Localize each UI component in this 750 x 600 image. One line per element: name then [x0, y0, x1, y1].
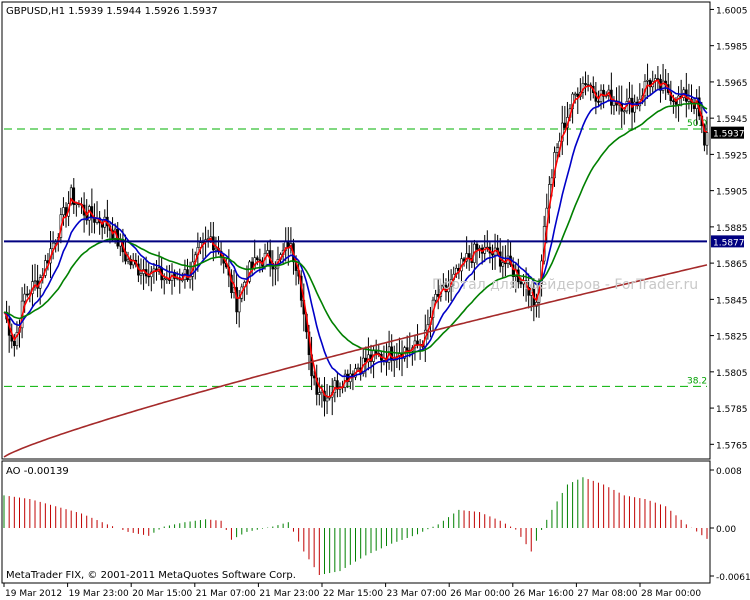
- candle-body: [325, 397, 329, 402]
- y-tick-label: 1.5805: [716, 369, 748, 379]
- y-tick-label: 1.6005: [716, 6, 748, 16]
- y-tick-label: 1.5765: [716, 441, 748, 451]
- candle-body: [162, 278, 166, 281]
- candle-body: [126, 259, 130, 262]
- watermark: Портал для трейдеров - ForTrader.ru: [432, 277, 698, 293]
- candle-body: [622, 110, 626, 113]
- y-tick-label: 1.5905: [716, 188, 748, 198]
- candle-body: [25, 293, 29, 296]
- ao-y-tick-label: 0.00: [716, 525, 736, 535]
- ao-y-tick-label: 0.008: [716, 467, 742, 477]
- candle-body: [501, 262, 505, 267]
- y-tick-label: 1.5965: [716, 79, 748, 89]
- y-tick-label: 1.5845: [716, 296, 748, 306]
- price-panel-frame: [1, 1, 711, 460]
- candle-body: [390, 346, 393, 361]
- candle-body: [467, 253, 471, 259]
- current-price-label: 1.5937: [713, 130, 745, 140]
- candle-body: [672, 100, 675, 103]
- candle-body: [237, 297, 241, 313]
- candle-body: [62, 207, 65, 215]
- x-tick-label: 22 Mar 15:00: [323, 589, 383, 599]
- symbol-label: GBPUSD,H1 1.5939 1.5944 1.5926 1.5937: [6, 6, 218, 17]
- candle-body: [563, 122, 567, 128]
- fib-label: 38.2: [687, 376, 707, 386]
- trading-chart: 50.038.2 1.58771.60051.59851.59651.59451…: [1, 1, 750, 599]
- candle-body: [139, 273, 143, 276]
- candle-body: [23, 293, 26, 302]
- x-tick-label: 20 Mar 15:00: [132, 589, 192, 599]
- level-price-label: 1.5877: [713, 238, 745, 248]
- candle-body: [434, 294, 437, 301]
- y-tick-label: 1.5825: [716, 333, 748, 343]
- candle-body: [705, 132, 709, 146]
- candle-body: [33, 280, 37, 283]
- candle-body: [646, 79, 649, 82]
- candle-body: [555, 147, 559, 153]
- x-tick-label: 21 Mar 07:00: [196, 589, 256, 599]
- x-tick-label: 26 Mar 00:00: [450, 589, 510, 599]
- candle-body: [356, 367, 360, 370]
- x-tick-label: 27 Mar 08:00: [577, 589, 637, 599]
- candle-body: [75, 203, 78, 206]
- candle-body: [318, 392, 321, 395]
- candle-body: [504, 262, 507, 265]
- candle-body: [255, 257, 259, 261]
- y-tick-label: 1.5785: [716, 405, 748, 415]
- x-tick-label: 26 Mar 16:00: [514, 589, 574, 599]
- y-tick-label: 1.5945: [716, 115, 748, 125]
- candle-body: [312, 375, 316, 379]
- candle-body: [584, 83, 587, 85]
- candle-body: [573, 93, 577, 96]
- candle-body: [266, 250, 269, 254]
- ao-y-tick-label: -0.00617: [716, 573, 750, 583]
- candle-body: [475, 243, 479, 250]
- y-tick-label: 1.5985: [716, 43, 748, 53]
- candle-body: [597, 101, 600, 103]
- candle-body: [13, 340, 16, 346]
- candle-body: [147, 275, 151, 278]
- x-tick-label: 19 Mar 23:00: [69, 589, 129, 599]
- y-tick-label: 1.5885: [716, 224, 748, 234]
- footer-text: MetaTrader FIX, © 2001-2011 MetaQuotes S…: [6, 570, 296, 581]
- candle-body: [405, 347, 409, 351]
- y-tick-label: 1.5925: [716, 151, 748, 161]
- x-tick-label: 19 Mar 2012: [5, 589, 62, 599]
- y-tick-label: 1.5865: [716, 260, 748, 270]
- x-tick-label: 23 Mar 07:00: [387, 589, 447, 599]
- candle-body: [214, 247, 218, 251]
- ao-label: AO -0.00139: [6, 466, 69, 477]
- x-tick-label: 21 Mar 23:00: [259, 589, 319, 599]
- x-tick-label: 28 Mar 00:00: [641, 589, 701, 599]
- candle-body: [274, 267, 277, 270]
